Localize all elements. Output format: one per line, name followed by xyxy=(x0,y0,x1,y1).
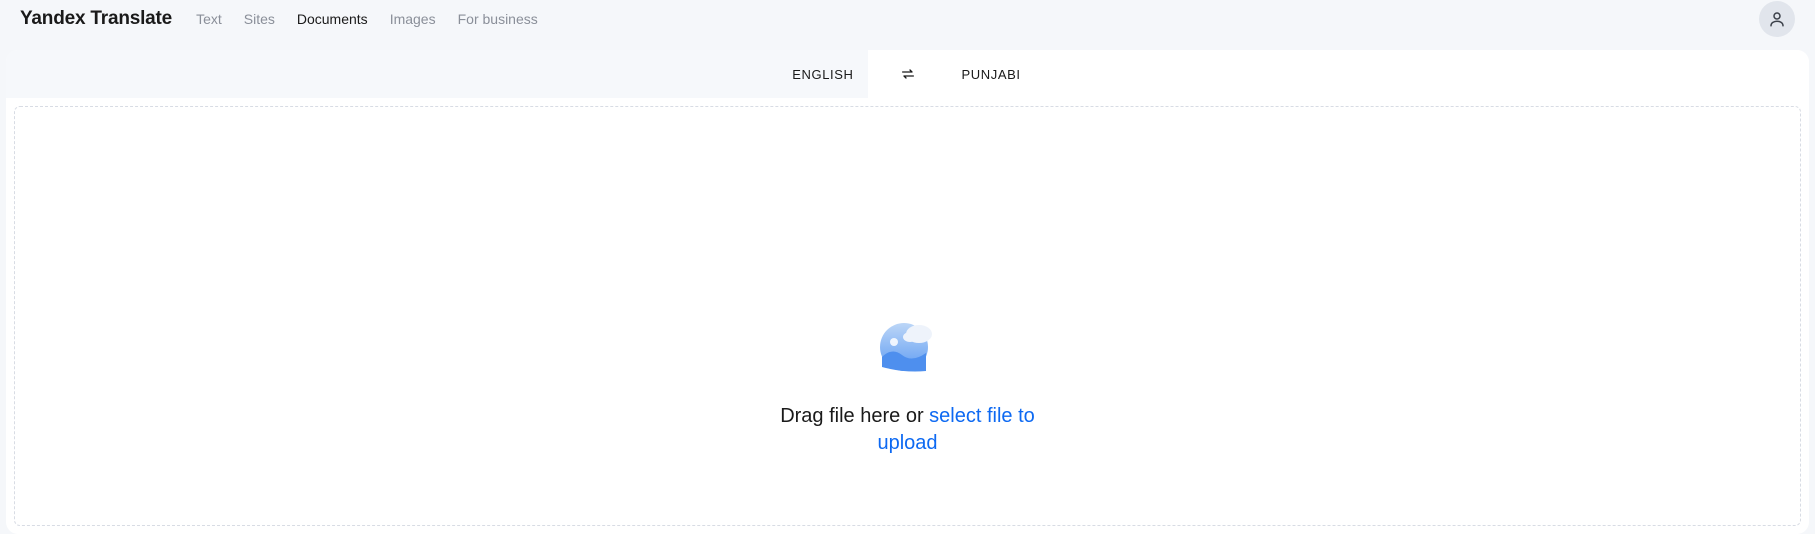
document-illustration-icon xyxy=(876,317,940,373)
user-icon xyxy=(1768,10,1786,28)
logo[interactable]: Yandex Translate xyxy=(20,8,172,30)
nav-for-business[interactable]: For business xyxy=(458,11,538,27)
target-language-select[interactable]: PUNJABI xyxy=(962,67,1021,82)
nav-images[interactable]: Images xyxy=(390,11,436,27)
source-language-select[interactable]: ENGLISH xyxy=(792,67,853,82)
source-language-area: ENGLISH xyxy=(6,50,868,98)
user-avatar-button[interactable] xyxy=(1759,1,1795,37)
main-panel: ENGLISH PUNJABI xyxy=(6,50,1809,534)
nav-documents[interactable]: Documents xyxy=(297,11,368,27)
nav-text[interactable]: Text xyxy=(196,11,222,27)
dropzone-text-prefix: Drag file here or xyxy=(780,405,929,427)
header-bar: Yandex Translate Text Sites Documents Im… xyxy=(0,0,1815,38)
swap-container xyxy=(888,50,928,98)
nav-sites[interactable]: Sites xyxy=(244,11,275,27)
language-bar: ENGLISH PUNJABI xyxy=(6,50,1809,98)
swap-icon xyxy=(900,66,916,82)
top-nav: Text Sites Documents Images For business xyxy=(196,11,538,27)
dropzone-text: Drag file here or select file to upload xyxy=(748,403,1068,457)
file-dropzone[interactable]: Drag file here or select file to upload xyxy=(14,106,1801,526)
target-language-area: PUNJABI xyxy=(948,50,1810,98)
swap-languages-button[interactable] xyxy=(894,60,922,88)
